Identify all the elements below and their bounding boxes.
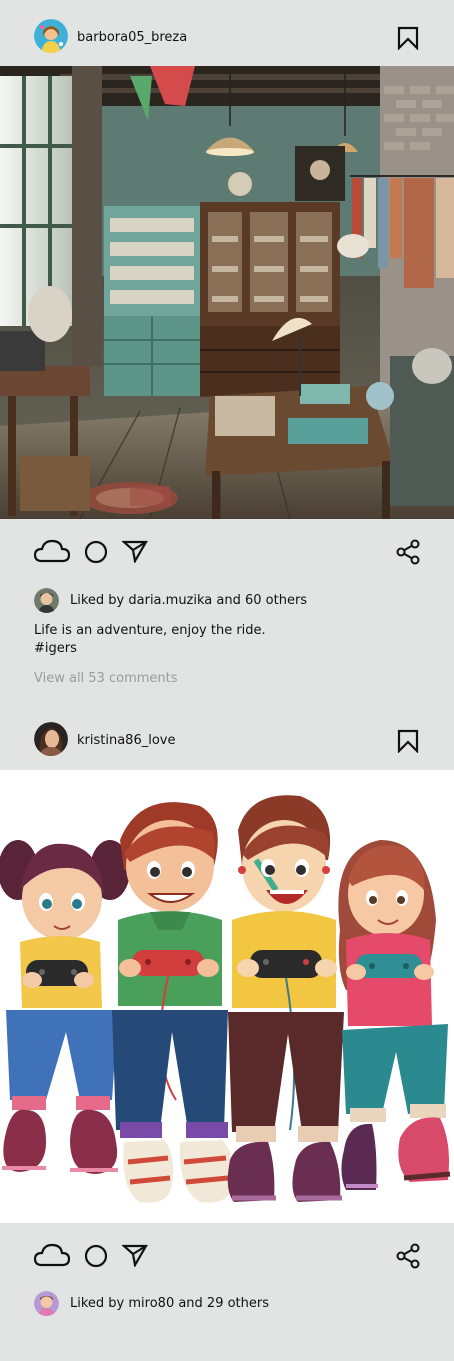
likes-row: Liked by daria.muzika and 60 others xyxy=(34,588,434,614)
avatar[interactable] xyxy=(34,588,59,613)
send-icon[interactable] xyxy=(121,1243,148,1271)
username[interactable]: kristina86_love xyxy=(77,733,175,748)
likes-text[interactable]: Liked by daria.muzika and 60 others xyxy=(70,593,307,608)
post-header: barbora05_breza xyxy=(0,4,454,70)
post-header: kristina86_love xyxy=(0,706,454,772)
likes-text[interactable]: Liked by miro80 and 29 others xyxy=(70,1296,269,1311)
circle-icon[interactable] xyxy=(84,1244,108,1272)
antique-shop-illustration xyxy=(0,66,454,519)
share-icon[interactable] xyxy=(396,1243,420,1273)
bookmark-icon[interactable] xyxy=(397,26,419,51)
caption: Life is an adventure, enjoy the ride. #i… xyxy=(34,622,266,658)
avatar[interactable] xyxy=(34,722,68,756)
post-photo[interactable] xyxy=(0,66,454,519)
kids-gaming-illustration xyxy=(0,770,454,1223)
caption-text: Life is an adventure, enjoy the ride. xyxy=(34,623,266,638)
share-icon[interactable] xyxy=(396,539,420,569)
username[interactable]: barbora05_breza xyxy=(77,30,187,45)
post-photo[interactable] xyxy=(0,770,454,1223)
view-comments-link[interactable]: View all 53 comments xyxy=(34,671,178,686)
circle-icon[interactable] xyxy=(84,540,108,568)
likes-row: Liked by miro80 and 29 others xyxy=(34,1291,434,1317)
bookmark-icon[interactable] xyxy=(397,729,419,754)
cloud-icon[interactable] xyxy=(33,1242,71,1272)
post-actions xyxy=(0,533,454,573)
avatar[interactable] xyxy=(34,1291,59,1316)
post-actions xyxy=(0,1237,454,1277)
send-icon[interactable] xyxy=(121,539,148,567)
avatar[interactable] xyxy=(34,19,68,53)
caption-hashtag[interactable]: #igers xyxy=(34,640,266,658)
cloud-icon[interactable] xyxy=(33,538,71,568)
